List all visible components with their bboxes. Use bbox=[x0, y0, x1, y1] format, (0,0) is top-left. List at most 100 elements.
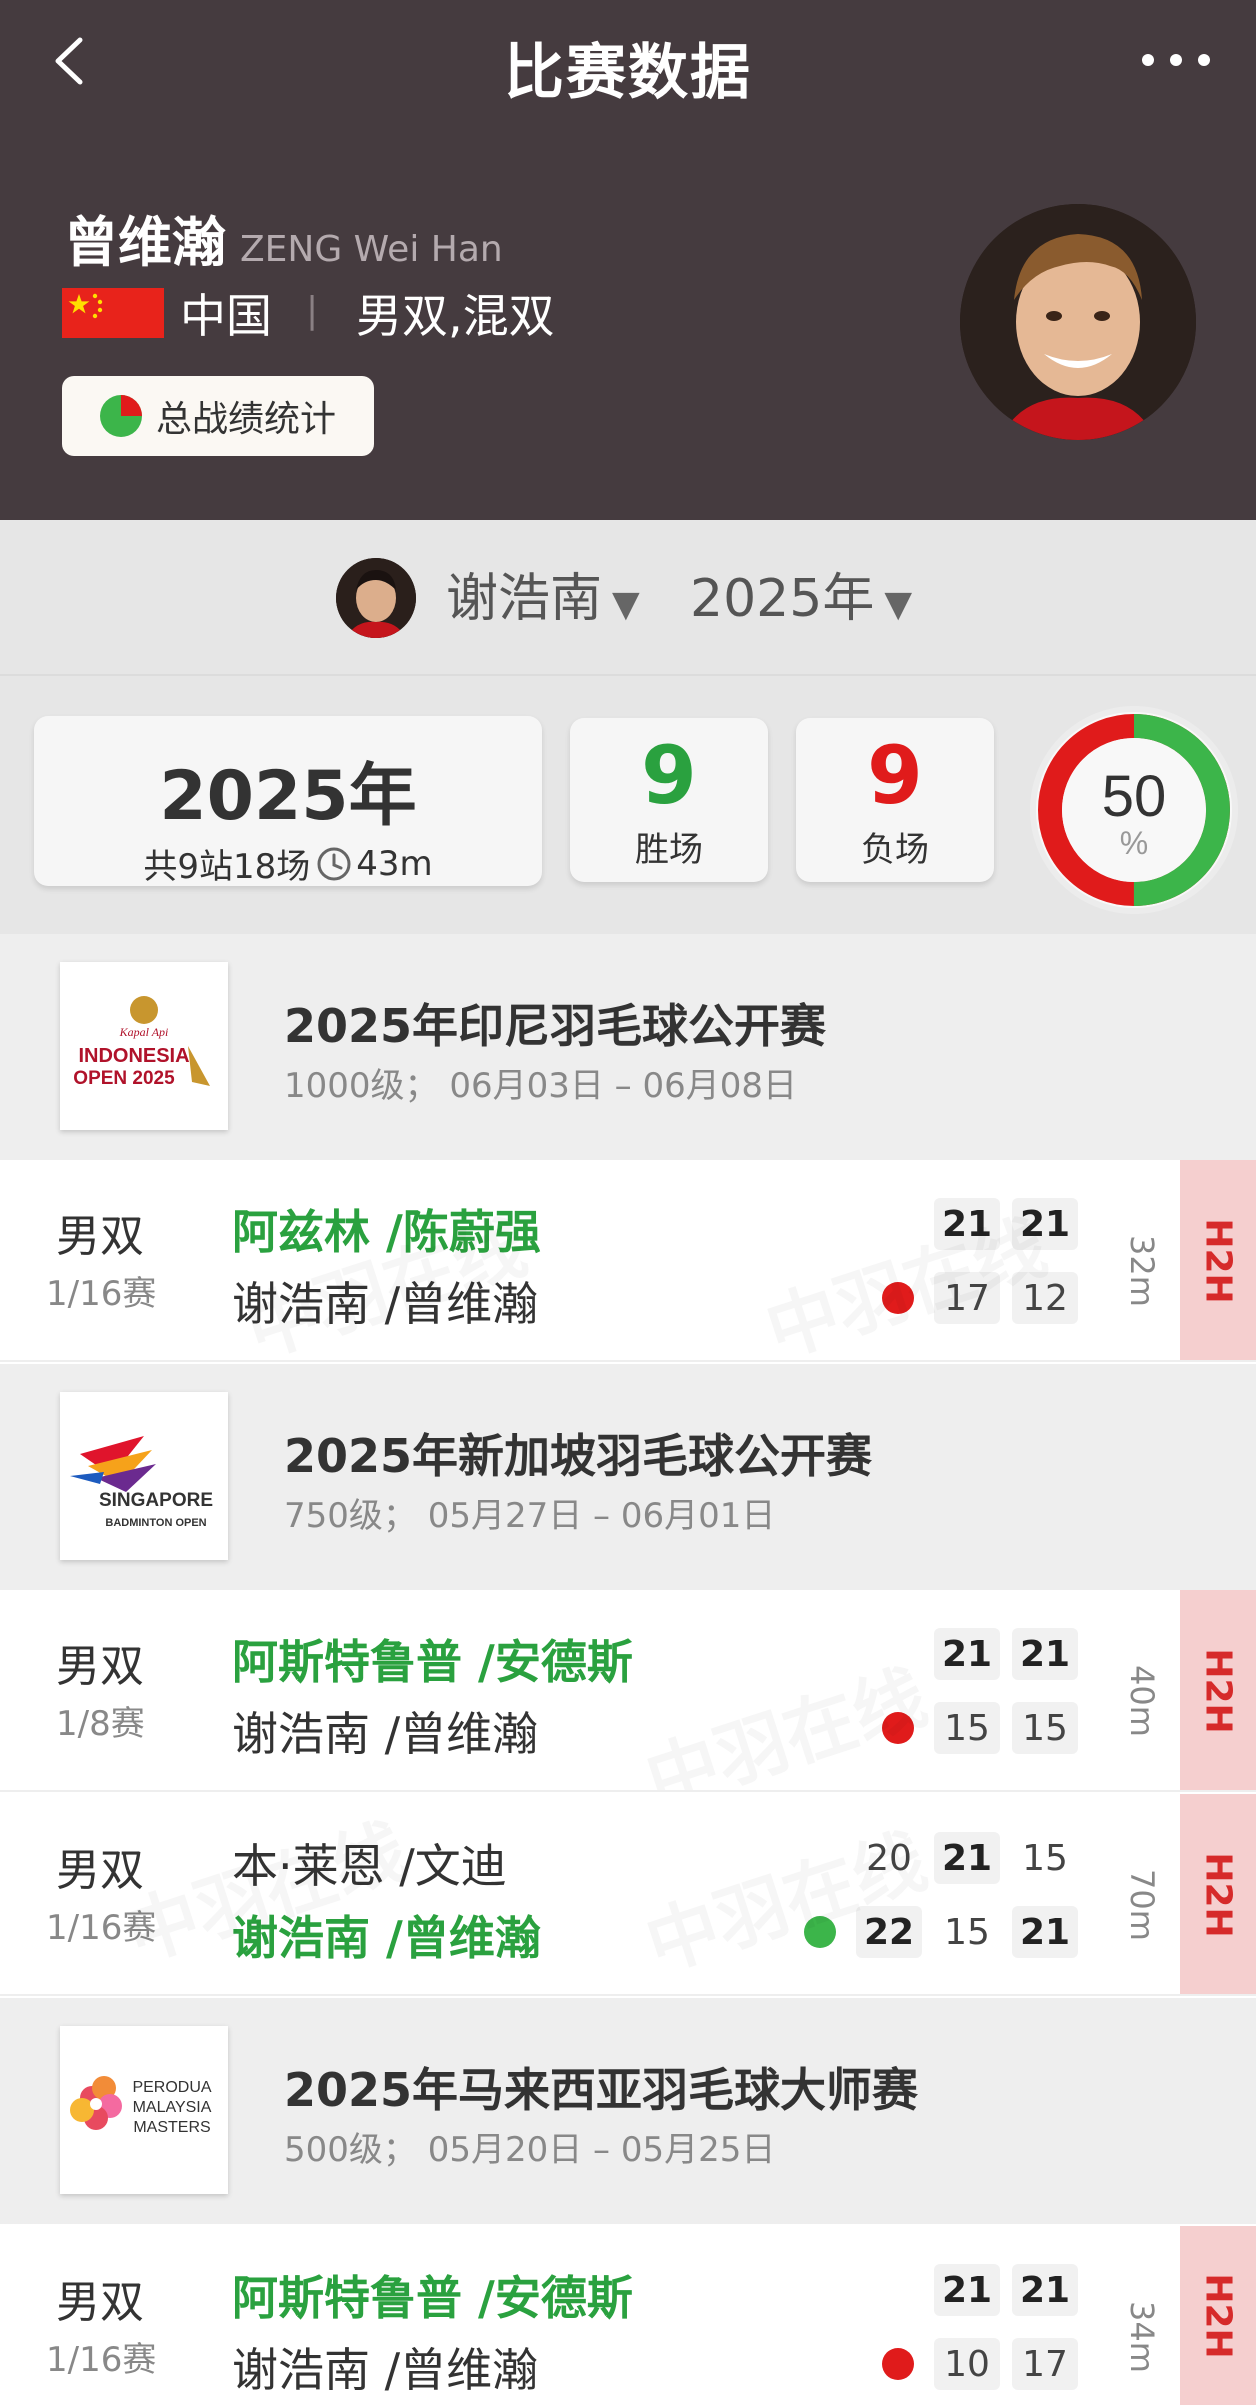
partner-selector[interactable]: 谢浩南 ▼ bbox=[446, 556, 640, 631]
match-row[interactable]: 男双 1/16赛 本·莱恩 /文迪 谢浩南 /曾维瀚 20 21 15 22 1… bbox=[0, 1794, 1256, 1996]
player-name-en: ZENG Wei Han bbox=[240, 229, 503, 270]
page-title: 比赛数据 bbox=[504, 38, 752, 108]
tournament-header[interactable]: Kapal Api INDONESIA OPEN 2025 2025年印尼羽毛球… bbox=[0, 934, 1256, 1160]
tournament-name: 2025年马来西亚羽毛球大师赛 bbox=[284, 2063, 919, 2117]
score-team2-game2: 17 bbox=[1012, 2338, 1078, 2390]
tournament-logo: PERODUA MALAYSIA MASTERS bbox=[60, 2026, 228, 2194]
match-round: 1/16赛 bbox=[46, 2340, 157, 2380]
h2h-label: H2H bbox=[1197, 1218, 1239, 1304]
tournament-info: 750级； 05月27日 – 06月01日 bbox=[284, 1496, 776, 1536]
tournament-info: 1000级； 06月03日 – 06月08日 bbox=[284, 1066, 798, 1106]
match-round: 1/16赛 bbox=[46, 1274, 157, 1314]
tournament-header[interactable]: PERODUA MALAYSIA MASTERS 2025年马来西亚羽毛球大师赛… bbox=[0, 1998, 1256, 2224]
match-row[interactable]: 男双 1/8赛 阿斯特鲁普 /安德斯 谢浩南 /曾维瀚 21 21 15 15 … bbox=[0, 1590, 1256, 1792]
avg-duration: 43m bbox=[356, 843, 433, 884]
score-team2-game2: 15 bbox=[1012, 1702, 1078, 1754]
filter-bar: 谢浩南 ▼ 2025年 ▼ bbox=[0, 520, 1256, 674]
match-team-1: 阿斯特鲁普 /安德斯 bbox=[232, 1635, 633, 1689]
tournament-info: 500级； 05月20日 – 05月25日 bbox=[284, 2130, 776, 2170]
score-team1-game2: 21 bbox=[1012, 1628, 1078, 1680]
match-team-2: 谢浩南 /曾维瀚 bbox=[232, 1707, 539, 1761]
h2h-button[interactable]: H2H bbox=[1180, 1590, 1256, 1790]
loss-indicator-icon bbox=[882, 2348, 914, 2380]
tournament-name: 2025年印尼羽毛球公开赛 bbox=[284, 999, 827, 1053]
player-avatar bbox=[960, 204, 1196, 440]
match-team-1: 阿斯特鲁普 /安德斯 bbox=[232, 2271, 633, 2325]
wins-label: 胜场 bbox=[635, 830, 703, 870]
svg-text:PERODUA: PERODUA bbox=[132, 2079, 211, 2096]
pie-chart-icon bbox=[100, 395, 142, 437]
season-card: 2025年 共9站18场 43m bbox=[34, 716, 542, 888]
indonesia-open-logo-icon: Kapal Api INDONESIA OPEN 2025 bbox=[60, 962, 228, 1130]
wins-count: 9 bbox=[641, 729, 697, 822]
score-team2-game2: 15 bbox=[944, 1911, 990, 1953]
score-team1-game2: 21 bbox=[1012, 2264, 1078, 2316]
match-duration: 70m bbox=[1123, 1869, 1161, 1941]
win-indicator-icon bbox=[804, 1916, 836, 1948]
player-photo-icon bbox=[960, 204, 1196, 440]
svg-text:Kapal Api: Kapal Api bbox=[119, 1025, 169, 1039]
player-events: 男双,混双 bbox=[356, 289, 555, 343]
malaysia-masters-logo-icon: PERODUA MALAYSIA MASTERS bbox=[60, 2026, 228, 2194]
season-subtitle: 共9站18场 bbox=[143, 847, 311, 887]
score-team1-game1: 21 bbox=[934, 1628, 1000, 1680]
match-team-1: 阿兹林 /陈蔚强 bbox=[232, 1205, 541, 1259]
match-round: 1/16赛 bbox=[46, 1908, 157, 1948]
player-country: 中国 bbox=[180, 289, 272, 343]
tournament-logo: SINGAPORE BADMINTON OPEN bbox=[60, 1392, 228, 1560]
score-team1-game2: 21 bbox=[1012, 1198, 1078, 1250]
partner-caret-icon: ▼ bbox=[612, 584, 640, 625]
tournament-header[interactable]: SINGAPORE BADMINTON OPEN 2025年新加坡羽毛球公开赛 … bbox=[0, 1364, 1256, 1590]
h2h-button[interactable]: H2H bbox=[1180, 2226, 1256, 2405]
h2h-button[interactable]: H2H bbox=[1180, 1160, 1256, 1360]
win-rate-unit: % bbox=[1120, 825, 1148, 861]
h2h-button[interactable]: H2H bbox=[1180, 1794, 1256, 1994]
match-team-2: 谢浩南 /曾维瀚 bbox=[232, 2343, 539, 2397]
match-team-1: 本·莱恩 /文迪 bbox=[232, 1839, 507, 1893]
match-team-2: 谢浩南 /曾维瀚 bbox=[232, 1911, 541, 1965]
partner-name: 谢浩南 bbox=[446, 569, 603, 629]
win-rate-value: 50 bbox=[1102, 764, 1167, 829]
partner-photo-icon bbox=[336, 558, 416, 638]
svg-text:INDONESIA: INDONESIA bbox=[78, 1045, 189, 1067]
year-caret-icon: ▼ bbox=[884, 584, 913, 625]
china-flag-icon bbox=[62, 288, 164, 338]
score-team1-game1: 21 bbox=[934, 1198, 1000, 1250]
loss-indicator-icon bbox=[882, 1282, 914, 1314]
loss-indicator-icon bbox=[882, 1712, 914, 1744]
more-options-icon[interactable] bbox=[1140, 50, 1212, 70]
losses-count: 9 bbox=[867, 729, 923, 822]
score-team2-game1: 10 bbox=[934, 2338, 1000, 2390]
partner-avatar bbox=[336, 558, 416, 638]
overall-stats-button[interactable]: 总战绩统计 bbox=[62, 376, 374, 456]
h2h-label: H2H bbox=[1197, 2272, 1239, 2359]
win-rate-ring: 50 % bbox=[1030, 706, 1238, 914]
match-duration: 40m bbox=[1123, 1665, 1161, 1737]
clock-icon bbox=[317, 847, 351, 880]
match-row[interactable]: 男双 1/16赛 阿兹林 /陈蔚强 谢浩南 /曾维瀚 21 21 17 12 3… bbox=[0, 1160, 1256, 1362]
losses-label: 负场 bbox=[861, 830, 929, 870]
season-details: 共9站18场 43m bbox=[34, 839, 542, 888]
svg-text:BADMINTON OPEN: BADMINTON OPEN bbox=[105, 1517, 206, 1529]
score-team1-game1: 21 bbox=[934, 2264, 1000, 2316]
tournament-name: 2025年新加坡羽毛球公开赛 bbox=[284, 1429, 873, 1483]
score-team2-game3: 21 bbox=[1012, 1906, 1078, 1958]
svg-text:MALAYSIA: MALAYSIA bbox=[133, 2099, 212, 2116]
match-category: 男双 bbox=[56, 1845, 144, 1896]
svg-text:OPEN 2025: OPEN 2025 bbox=[73, 1068, 175, 1089]
score-team2-game1: 15 bbox=[934, 1702, 1000, 1754]
match-team-2: 谢浩南 /曾维瀚 bbox=[232, 1277, 539, 1331]
match-row[interactable]: 男双 1/16赛 阿斯特鲁普 /安德斯 谢浩南 /曾维瀚 21 21 10 17… bbox=[0, 2226, 1256, 2405]
score-team2-game1: 17 bbox=[934, 1272, 1000, 1324]
score-team1-game3: 15 bbox=[1022, 1837, 1068, 1879]
svg-text:MASTERS: MASTERS bbox=[133, 2119, 210, 2136]
tournament-logo: Kapal Api INDONESIA OPEN 2025 bbox=[60, 962, 228, 1130]
match-duration: 34m bbox=[1123, 2301, 1161, 2373]
info-separator: | bbox=[306, 290, 319, 331]
season-year: 2025年 bbox=[159, 757, 417, 836]
year-selector[interactable]: 2025年 ▼ bbox=[690, 556, 912, 631]
match-category: 男双 bbox=[56, 1641, 144, 1692]
h2h-label: H2H bbox=[1197, 1852, 1239, 1938]
player-name-cn: 曾维瀚 bbox=[64, 211, 226, 274]
profile-header: 比赛数据 曾维瀚 ZENG Wei Han 中国 | 男双,混双 总战绩统计 bbox=[0, 0, 1256, 520]
